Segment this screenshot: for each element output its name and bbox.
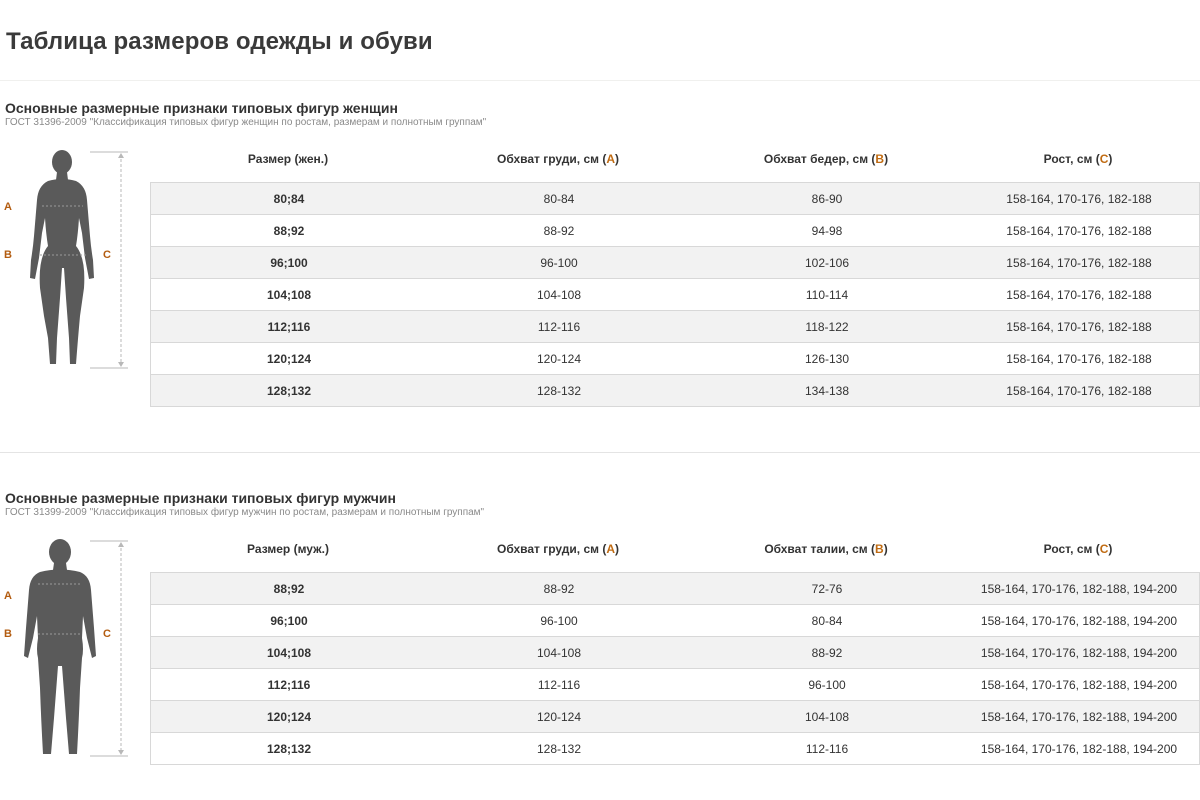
cell-hips: 102-106 (804, 256, 850, 270)
header-chest: Обхват груди, см (А) (497, 152, 619, 166)
figure-letter-a: A (4, 201, 12, 213)
cell-height: 158-164, 170-176, 182-188, 194-200 (980, 582, 1178, 596)
cell-chest: 88-92 (543, 224, 575, 238)
cell-size: 120;124 (266, 710, 312, 724)
table-row: 128;132 128-132 134-138 158-164, 170-176… (151, 375, 1199, 407)
cell-size: 104;108 (266, 288, 312, 302)
cell-height: 158-164, 170-176, 182-188, 194-200 (980, 742, 1178, 756)
header-size: Размер (жен.) (247, 152, 329, 166)
table-row: 88;92 88-92 72-76 158-164, 170-176, 182-… (151, 573, 1199, 605)
women-figure: A B C (0, 148, 135, 373)
figure-letter-a: A (4, 590, 12, 602)
cell-size: 88;92 (273, 582, 305, 596)
cell-chest: 120-124 (536, 710, 582, 724)
cell-hips: 134-138 (804, 384, 850, 398)
cell-size: 128;132 (266, 384, 312, 398)
cell-size: 120;124 (266, 352, 312, 366)
cell-hips: 110-114 (805, 288, 849, 302)
table-row: 128;132 128-132 112-116 158-164, 170-176… (151, 733, 1199, 765)
page-title: Таблица размеров одежды и обуви (6, 28, 433, 55)
cell-chest: 96-100 (540, 256, 578, 270)
cell-chest: 112-116 (537, 678, 581, 692)
cell-waist: 112-116 (805, 742, 849, 756)
cell-hips: 86-90 (811, 192, 843, 206)
cell-chest: 120-124 (536, 352, 582, 366)
cell-hips: 94-98 (811, 224, 843, 238)
header-hips: Обхват бедер, см (В) (763, 152, 889, 166)
cell-size: 104;108 (266, 646, 312, 660)
table-row: 120;124 120-124 126-130 158-164, 170-176… (151, 343, 1199, 375)
table-row: 88;92 88-92 94-98 158-164, 170-176, 182-… (151, 215, 1199, 247)
table-row: 96;100 96-100 80-84 158-164, 170-176, 18… (151, 605, 1199, 637)
table-row: 96;100 96-100 102-106 158-164, 170-176, … (151, 247, 1199, 279)
table-row: 112;116 112-116 118-122 158-164, 170-176… (151, 311, 1199, 343)
header-height: Рост, см (С) (1043, 542, 1113, 556)
cell-size: 112;116 (267, 320, 311, 334)
header-height: Рост, см (С) (1043, 152, 1113, 166)
header-chest: Обхват груди, см (А) (497, 542, 619, 556)
women-section-title: Основные размерные признаки типовых фигу… (5, 100, 398, 116)
cell-height: 158-164, 170-176, 182-188 (1006, 192, 1152, 206)
men-table-header: Размер (муж.) Обхват груди, см (А) Обхва… (150, 542, 1198, 562)
header-divider (0, 80, 1200, 81)
cell-height: 158-164, 170-176, 182-188 (1006, 384, 1152, 398)
cell-height: 158-164, 170-176, 182-188, 194-200 (980, 678, 1178, 692)
cell-height: 158-164, 170-176, 182-188 (1006, 288, 1152, 302)
women-size-table: 80;84 80-84 86-90 158-164, 170-176, 182-… (150, 182, 1200, 407)
figure-letter-b: B (4, 628, 12, 640)
cell-size: 80;84 (273, 192, 305, 206)
women-table-header: Размер (жен.) Обхват груди, см (А) Обхва… (150, 152, 1198, 172)
table-row: 112;116 112-116 96-100 158-164, 170-176,… (151, 669, 1199, 701)
cell-waist: 104-108 (804, 710, 850, 724)
table-row: 104;108 104-108 110-114 158-164, 170-176… (151, 279, 1199, 311)
men-size-table: 88;92 88-92 72-76 158-164, 170-176, 182-… (150, 572, 1200, 765)
men-section-subtitle: ГОСТ 31399-2009 "Классификация типовых ф… (5, 507, 485, 518)
table-row: 120;124 120-124 104-108 158-164, 170-176… (151, 701, 1199, 733)
cell-hips: 126-130 (804, 352, 850, 366)
cell-chest: 128-132 (536, 742, 582, 756)
cell-height: 158-164, 170-176, 182-188, 194-200 (980, 646, 1178, 660)
cell-size: 88;92 (273, 224, 305, 238)
female-silhouette-icon (30, 150, 128, 369)
header-size: Размер (муж.) (247, 542, 329, 556)
men-section-title: Основные размерные признаки типовых фигу… (5, 490, 396, 506)
table-row: 104;108 104-108 88-92 158-164, 170-176, … (151, 637, 1199, 669)
cell-hips: 118-122 (805, 320, 849, 334)
cell-size: 112;116 (267, 678, 311, 692)
cell-height: 158-164, 170-176, 182-188, 194-200 (980, 614, 1178, 628)
header-waist: Обхват талии, см (В) (764, 542, 888, 556)
cell-waist: 80-84 (811, 614, 843, 628)
male-silhouette-icon (24, 539, 128, 757)
figure-letter-c: C (103, 628, 111, 640)
men-figure: A B C (0, 538, 135, 763)
cell-chest: 104-108 (536, 646, 582, 660)
cell-height: 158-164, 170-176, 182-188 (1006, 224, 1152, 238)
cell-waist: 88-92 (811, 646, 843, 660)
cell-size: 128;132 (266, 742, 312, 756)
cell-chest: 88-92 (543, 582, 575, 596)
cell-size: 96;100 (270, 256, 308, 270)
cell-height: 158-164, 170-176, 182-188, 194-200 (980, 710, 1178, 724)
cell-waist: 96-100 (808, 678, 846, 692)
cell-height: 158-164, 170-176, 182-188 (1006, 352, 1152, 366)
section-divider (0, 452, 1200, 453)
table-row: 80;84 80-84 86-90 158-164, 170-176, 182-… (151, 183, 1199, 215)
cell-waist: 72-76 (811, 582, 843, 596)
cell-chest: 96-100 (540, 614, 578, 628)
figure-letter-b: B (4, 249, 12, 261)
cell-chest: 112-116 (537, 320, 581, 334)
women-section-subtitle: ГОСТ 31396-2009 "Классификация типовых ф… (5, 117, 487, 128)
cell-height: 158-164, 170-176, 182-188 (1006, 256, 1152, 270)
cell-chest: 128-132 (536, 384, 582, 398)
cell-chest: 104-108 (536, 288, 582, 302)
cell-size: 96;100 (270, 614, 308, 628)
cell-chest: 80-84 (543, 192, 575, 206)
figure-letter-c: C (103, 249, 111, 261)
cell-height: 158-164, 170-176, 182-188 (1006, 320, 1152, 334)
